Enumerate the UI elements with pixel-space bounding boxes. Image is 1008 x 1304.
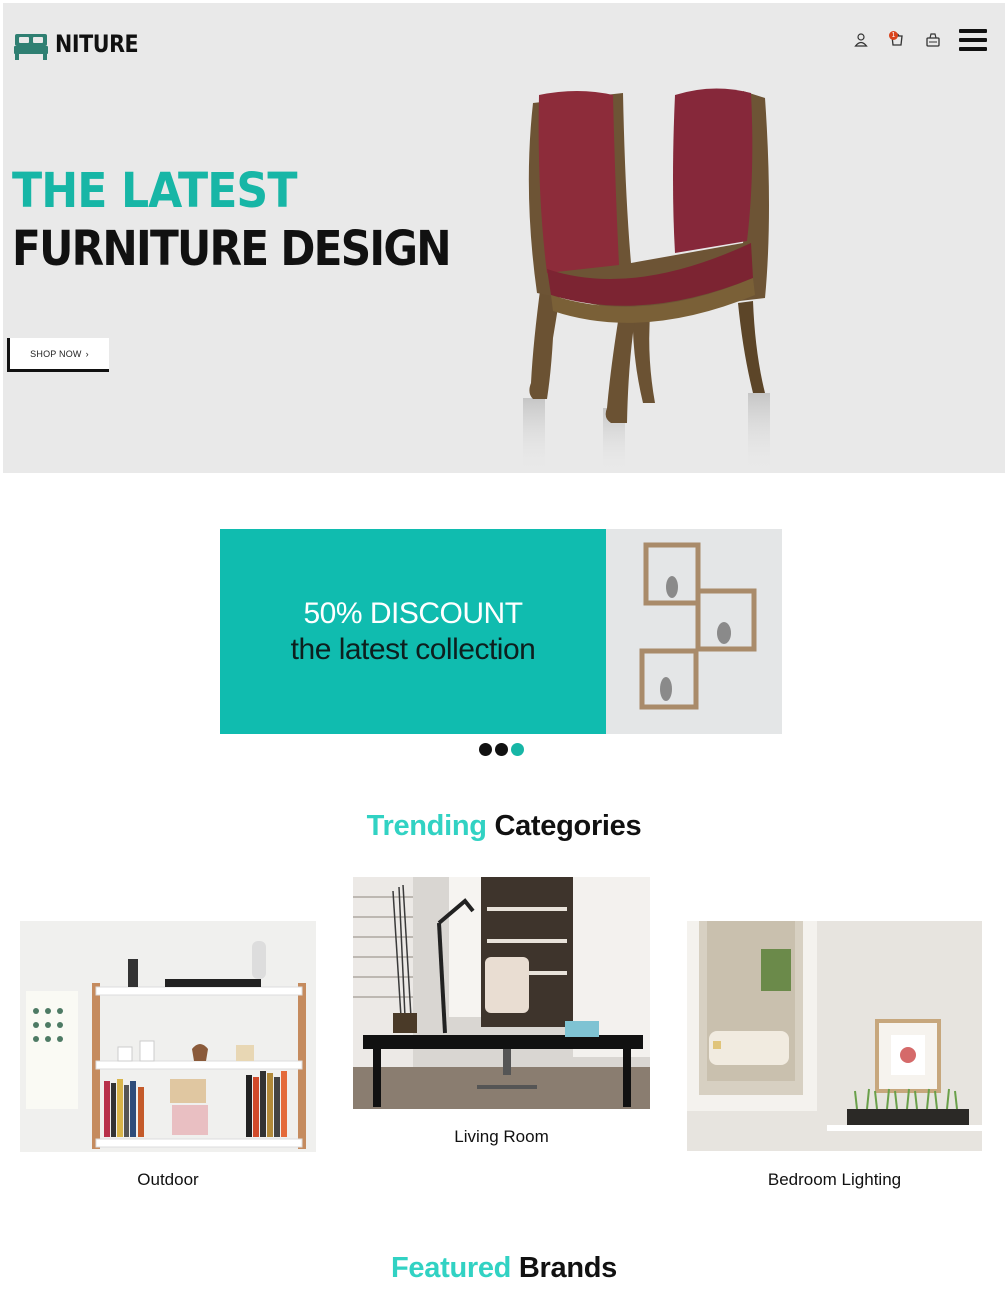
shop-now-button[interactable]: SHOP NOW ›	[7, 338, 109, 372]
carousel-dot[interactable]	[495, 743, 508, 756]
shop-now-label: SHOP NOW	[30, 348, 82, 359]
promo-text-panel: 50% DISCOUNT the latest collection	[220, 529, 606, 734]
bag-icon[interactable]	[923, 30, 943, 50]
header-actions: 1	[851, 29, 987, 51]
trending-title-rest: Categories	[494, 810, 642, 842]
trending-categories-title: Trending Categories	[0, 810, 1008, 843]
category-card-living-room-image[interactable]	[353, 877, 650, 1109]
chevron-right-icon: ›	[85, 348, 89, 359]
brand-name: NITURE	[55, 30, 139, 58]
featured-title-rest: Brands	[518, 1252, 617, 1284]
user-icon[interactable]	[851, 30, 871, 50]
carousel-dot[interactable]	[479, 743, 492, 756]
hero-chair-image	[523, 88, 770, 473]
promo-shelves-image	[606, 529, 782, 734]
category-card-outdoor-image[interactable]	[20, 921, 316, 1152]
carousel-dot-active[interactable]	[511, 743, 524, 756]
featured-title-accent: Featured	[391, 1252, 512, 1284]
cart-count-badge: 1	[889, 31, 898, 40]
category-card-bedroom-lighting-label[interactable]: Bedroom Lighting	[687, 1170, 982, 1190]
bed-icon	[14, 34, 48, 60]
category-card-living-room-label[interactable]: Living Room	[353, 1127, 650, 1147]
menu-icon[interactable]	[959, 29, 987, 51]
hero-section: NITURE 1 THE LATEST FURNITURE DESIGN SHO…	[3, 3, 1005, 473]
hero-title-line2: FURNITURE DESIGN	[12, 221, 452, 277]
promo-headline: 50% DISCOUNT	[303, 596, 523, 630]
featured-brands-title: Featured Brands	[0, 1252, 1008, 1285]
cart-icon[interactable]: 1	[887, 30, 907, 50]
trending-title-accent: Trending	[366, 810, 487, 842]
brand-logo[interactable]: NITURE	[13, 26, 152, 62]
promo-subline: the latest collection	[290, 632, 536, 666]
carousel-dots	[479, 743, 524, 756]
category-card-bedroom-lighting-image[interactable]	[687, 921, 982, 1151]
hero-title-line1: THE LATEST	[12, 163, 297, 219]
category-card-outdoor-label[interactable]: Outdoor	[20, 1170, 316, 1190]
promo-banner[interactable]: 50% DISCOUNT the latest collection	[220, 529, 782, 734]
